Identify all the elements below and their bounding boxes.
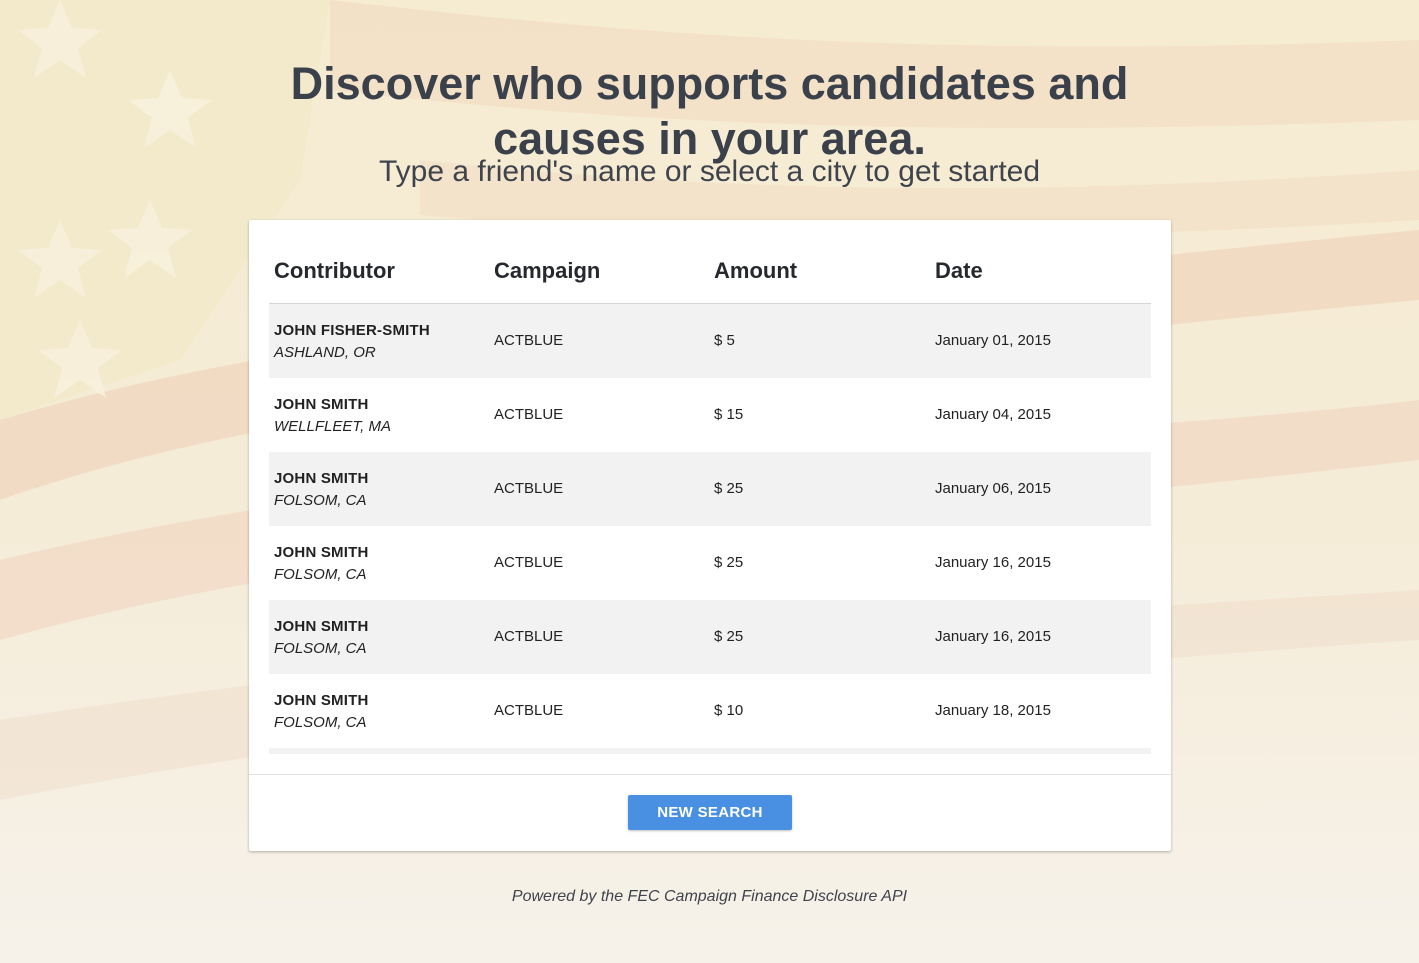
results-card: Contributor Campaign Amount Date JOHN FI… (249, 220, 1171, 851)
page-title: Discover who supports candidates and cau… (0, 56, 1419, 166)
table-row: JOHN SMITH FOLSOM, CA ACTBLUE $ 10 Janua… (269, 674, 1151, 748)
column-header-contributor: Contributor (274, 258, 395, 283)
amount-cell: $ 25 (714, 480, 744, 497)
date-cell: January 16, 2015 (935, 554, 1051, 571)
contributor-location: ASHLAND, OR (274, 344, 376, 361)
date-cell: January 16, 2015 (935, 628, 1051, 645)
date-cell: January 01, 2015 (935, 332, 1051, 349)
campaign-cell: ACTBLUE (494, 628, 564, 645)
date-cell: January 06, 2015 (935, 480, 1051, 497)
date-cell: January 04, 2015 (935, 406, 1051, 423)
amount-cell: $ 10 (714, 702, 744, 719)
contributor-name: JOHN SMITH (274, 470, 369, 487)
column-header-date: Date (935, 258, 983, 283)
table-row: JOHN SMITH WELLFLEET, MA ACTBLUE $ 15 Ja… (269, 378, 1151, 452)
contributor-name: JOHN SMITH (274, 618, 369, 635)
table-row: JOHN FISHER-SMITH ASHLAND, OR ACTBLUE $ … (269, 304, 1151, 378)
contributor-name: JOHN SMITH (274, 692, 369, 709)
campaign-cell: ACTBLUE (494, 702, 564, 719)
table-row: JOHN SMITH FOLSOM, CA ACTBLUE $ 25 Janua… (269, 526, 1151, 600)
powered-by-note: Powered by the FEC Campaign Finance Disc… (511, 888, 908, 905)
amount-cell: $ 15 (714, 406, 744, 423)
contributions-table: Contributor Campaign Amount Date JOHN FI… (269, 220, 1151, 754)
contributor-location: FOLSOM, CA (274, 566, 367, 583)
contributor-location: WELLFLEET, MA (274, 418, 391, 435)
contributor-location: FOLSOM, CA (274, 640, 367, 657)
contributor-name: JOHN SMITH (274, 396, 369, 413)
contributor-location: FOLSOM, CA (274, 492, 367, 509)
page-subtitle: Type a friend's name or select a city to… (378, 155, 1041, 188)
amount-cell: $ 25 (714, 628, 744, 645)
table-header: Contributor Campaign Amount Date (269, 220, 1151, 304)
table-row: JOHN SMITH FOLSOM, CA ACTBLUE $ 25 Janua… (269, 452, 1151, 526)
card-footer: NEW SEARCH (249, 774, 1171, 852)
contributor-location: FOLSOM, CA (274, 714, 367, 731)
new-search-button[interactable]: NEW SEARCH (628, 795, 792, 830)
contributor-name: JOHN FISHER-SMITH (274, 322, 430, 339)
campaign-cell: ACTBLUE (494, 332, 564, 349)
column-header-amount: Amount (714, 258, 798, 283)
campaign-cell: ACTBLUE (494, 406, 564, 423)
column-header-campaign: Campaign (494, 258, 601, 283)
campaign-cell: ACTBLUE (494, 480, 564, 497)
page-title-line-1: Discover who supports candidates and (290, 58, 1129, 110)
contributor-name: JOHN SMITH (274, 544, 369, 561)
campaign-cell: ACTBLUE (494, 554, 564, 571)
amount-cell: $ 25 (714, 554, 744, 571)
date-cell: January 18, 2015 (935, 702, 1051, 719)
table-row: JOHN SMITH FOLSOM, CA ACTBLUE $ 25 Janua… (269, 600, 1151, 674)
table-row-partial (269, 748, 1151, 754)
amount-cell: $ 5 (714, 332, 735, 349)
